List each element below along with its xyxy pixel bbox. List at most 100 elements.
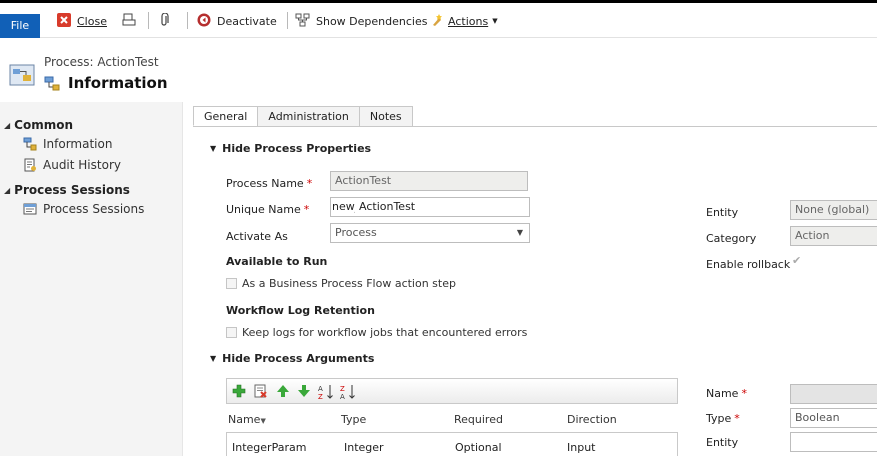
move-down-icon[interactable] [297,384,311,398]
audit-history-icon [23,158,37,172]
nav-item-information[interactable]: Information [23,137,112,151]
page-title: Information [68,74,168,92]
checkbox-box [226,327,237,338]
column-header-name[interactable]: Name▼ [228,413,266,426]
move-up-icon[interactable] [276,384,290,398]
tab-notes[interactable]: Notes [358,106,413,126]
nav-group-process-sessions[interactable]: ◢ Process Sessions [4,183,130,197]
show-dependencies-label: Show Dependencies [316,14,428,28]
command-bar: File Close Deactivate Show Dependencies [0,3,877,38]
activate-as-select[interactable]: Process ▼ [330,223,530,243]
section-label: Hide Process Arguments [222,352,375,365]
close-label: Close [77,14,107,28]
print-icon [122,13,136,30]
available-to-run-heading: Available to Run [226,255,328,268]
enable-rollback-label: Enable rollback [706,258,791,271]
left-navigation: ◢ Common Information Audit History ◢ Pro… [0,102,183,456]
column-header-type[interactable]: Type [341,413,366,426]
dependencies-icon [295,13,310,30]
sort-descending-icon[interactable]: ZA [340,384,356,401]
column-header-direction[interactable]: Direction [567,413,617,426]
chevron-down-icon: ▼ [492,17,498,25]
collapse-icon: ▼ [210,354,217,363]
entity-label: Process: ActionTest [44,55,159,69]
nav-group-common[interactable]: ◢ Common [4,118,73,132]
workflow-log-retention-heading: Workflow Log Retention [226,304,375,317]
section-label: Hide Process Properties [222,142,372,155]
column-header-required[interactable]: Required [454,413,503,426]
cell-type: Integer [344,441,384,454]
required-marker: * [303,203,310,216]
nav-item-process-sessions[interactable]: Process Sessions [23,202,144,216]
actions-icon [430,13,446,30]
argument-type-label: Type * [706,412,740,425]
argument-entity-label: Entity [706,436,739,449]
deactivate-button[interactable]: Deactivate [197,12,277,30]
svg-text:Z: Z [340,385,345,393]
argument-type-select[interactable]: Boolean [790,408,877,428]
hide-process-arguments-toggle[interactable]: ▼ Hide Process Arguments [210,352,374,365]
tab-administration[interactable]: Administration [257,106,360,126]
nav-group-common-label: Common [14,118,74,132]
category-label: Category [706,232,757,245]
nav-group-process-sessions-label: Process Sessions [14,183,130,197]
toolbar-separator [187,12,188,29]
argument-entity-field[interactable] [790,432,877,452]
add-argument-icon[interactable] [232,384,246,398]
hide-process-properties-toggle[interactable]: ▼ Hide Process Properties [210,142,371,155]
unique-name-input[interactable]: ActionTest [355,197,530,217]
collapse-icon: ▼ [210,144,217,153]
activate-as-value: Process [335,226,377,239]
actions-menu[interactable]: Actions ▼ [430,12,498,30]
svg-text:A: A [318,385,323,393]
nav-item-label: Information [43,137,113,151]
process-name-label: Process Name * [226,177,313,190]
cell-direction: Input [567,441,596,454]
sort-ascending-icon[interactable]: AZ [318,384,334,401]
tab-general[interactable]: General [193,106,259,126]
cell-required: Optional [455,441,502,454]
actions-label: Actions [448,14,489,28]
process-name-field[interactable]: ActionTest [330,171,528,191]
file-button[interactable]: File [0,14,40,38]
checkbox-label: As a Business Process Flow action step [242,277,456,290]
required-marker: * [734,412,740,425]
argument-name-label: Name * [706,387,747,400]
svg-text:A: A [340,393,345,400]
deactivate-label: Deactivate [217,14,277,28]
unique-name-label: Unique Name * [226,203,310,216]
cell-name: IntegerParam [232,441,307,454]
collapse-icon: ◢ [4,120,11,130]
arguments-toolbar: AZ ZA [226,378,678,404]
print-button[interactable] [122,12,142,30]
sort-arrow-icon: ▼ [260,417,266,425]
close-icon [57,12,71,30]
entity-field[interactable]: None (global) [790,200,877,220]
nav-item-audit-history[interactable]: Audit History [23,158,121,172]
unique-name-prefix: new_ [330,197,360,217]
entity-label: Entity [706,206,739,219]
toolbar-separator [148,12,149,29]
keep-logs-checkbox[interactable]: Keep logs for workflow jobs that encount… [226,326,527,339]
checkbox-box [226,278,237,289]
argument-name-field[interactable] [790,384,877,404]
attach-button[interactable] [160,11,176,30]
table-row[interactable]: IntegerParam Integer Optional Input [226,432,678,456]
activate-as-label: Activate As [226,230,288,243]
category-field[interactable]: Action [790,226,877,246]
collapse-icon: ◢ [4,185,11,195]
process-entity-icon [9,62,35,88]
close-button[interactable]: Close [57,12,107,30]
checkbox-label: Keep logs for workflow jobs that encount… [242,326,528,339]
toolbar-separator [287,12,288,29]
form-tabs: General Administration Notes [193,106,413,126]
paperclip-icon [160,11,170,30]
svg-text:Z: Z [318,393,323,400]
bpf-action-step-checkbox[interactable]: As a Business Process Flow action step [226,277,456,290]
delete-argument-icon[interactable] [254,384,268,398]
dropdown-arrow-icon: ▼ [516,228,523,237]
enable-rollback-checkbox[interactable]: ✔ [792,254,801,267]
tab-divider [193,126,877,127]
show-dependencies-button[interactable]: Show Dependencies [295,12,427,30]
process-icon [23,137,37,151]
